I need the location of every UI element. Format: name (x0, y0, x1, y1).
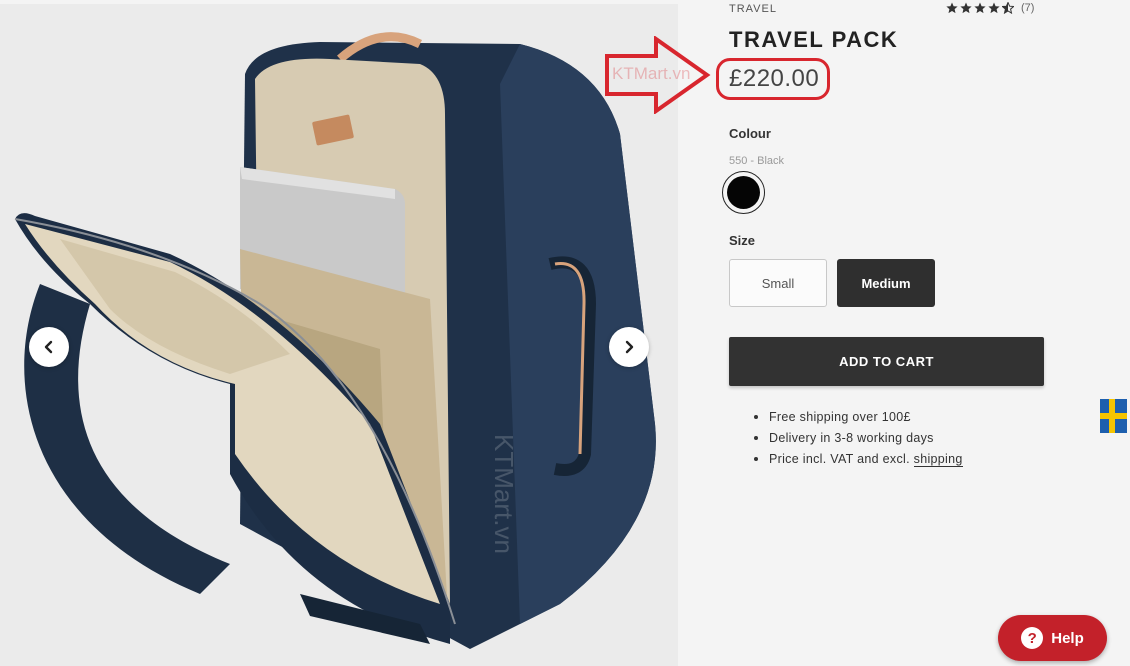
list-item: Price incl. VAT and excl. shipping (750, 449, 963, 470)
star-half-icon (1002, 2, 1014, 14)
star-icon (988, 2, 1000, 14)
svg-text:KTMart.vn: KTMart.vn (489, 434, 519, 554)
colour-selected-name: 550 - Black (729, 155, 785, 167)
shipping-link[interactable]: shipping (913, 452, 963, 467)
star-icon (960, 2, 972, 14)
price-highlight-ring (716, 58, 830, 100)
benefit-text: Price incl. VAT and excl. (769, 452, 914, 466)
product-page: KTMart.vn KTMart.vn TRAVEL (7) TRAVEL PA… (0, 0, 1130, 666)
star-icon (946, 2, 958, 14)
question-icon: ? (1021, 627, 1044, 649)
chevron-right-icon (625, 340, 634, 354)
product-rating[interactable]: (7) (946, 2, 1034, 14)
list-item: Delivery in 3-8 working days (750, 428, 963, 449)
swatch-dot (727, 176, 760, 209)
size-label: Size (729, 233, 756, 248)
chevron-left-icon (44, 340, 53, 354)
rating-count: (7) (1021, 2, 1035, 14)
colour-label: Colour (729, 126, 771, 141)
size-option-small[interactable]: Small (729, 259, 827, 307)
help-button[interactable]: ? Help (998, 615, 1107, 661)
product-image: KTMart.vn (14, 32, 656, 649)
benefits-list: Free shipping over 100£ Delivery in 3-8 … (750, 407, 963, 470)
product-gallery: KTMart.vn (0, 4, 678, 666)
list-item: Free shipping over 100£ (750, 407, 963, 428)
gallery-next-button[interactable] (609, 327, 649, 367)
product-category[interactable]: TRAVEL (729, 3, 777, 15)
gallery-prev-button[interactable] (29, 327, 69, 367)
colour-swatch-black[interactable] (722, 171, 765, 214)
sweden-flag-icon[interactable] (1100, 399, 1127, 433)
benefit-text: Delivery in 3-8 working days (769, 431, 934, 445)
size-option-medium[interactable]: Medium (837, 259, 935, 307)
benefit-text: Free shipping over 100£ (769, 410, 911, 424)
product-title: TRAVEL PACK (729, 27, 899, 52)
watermark-text: KTMart.vn (612, 64, 691, 83)
star-icon (974, 2, 986, 14)
help-label: Help (1051, 629, 1084, 647)
add-to-cart-button[interactable]: ADD TO CART (729, 337, 1044, 386)
